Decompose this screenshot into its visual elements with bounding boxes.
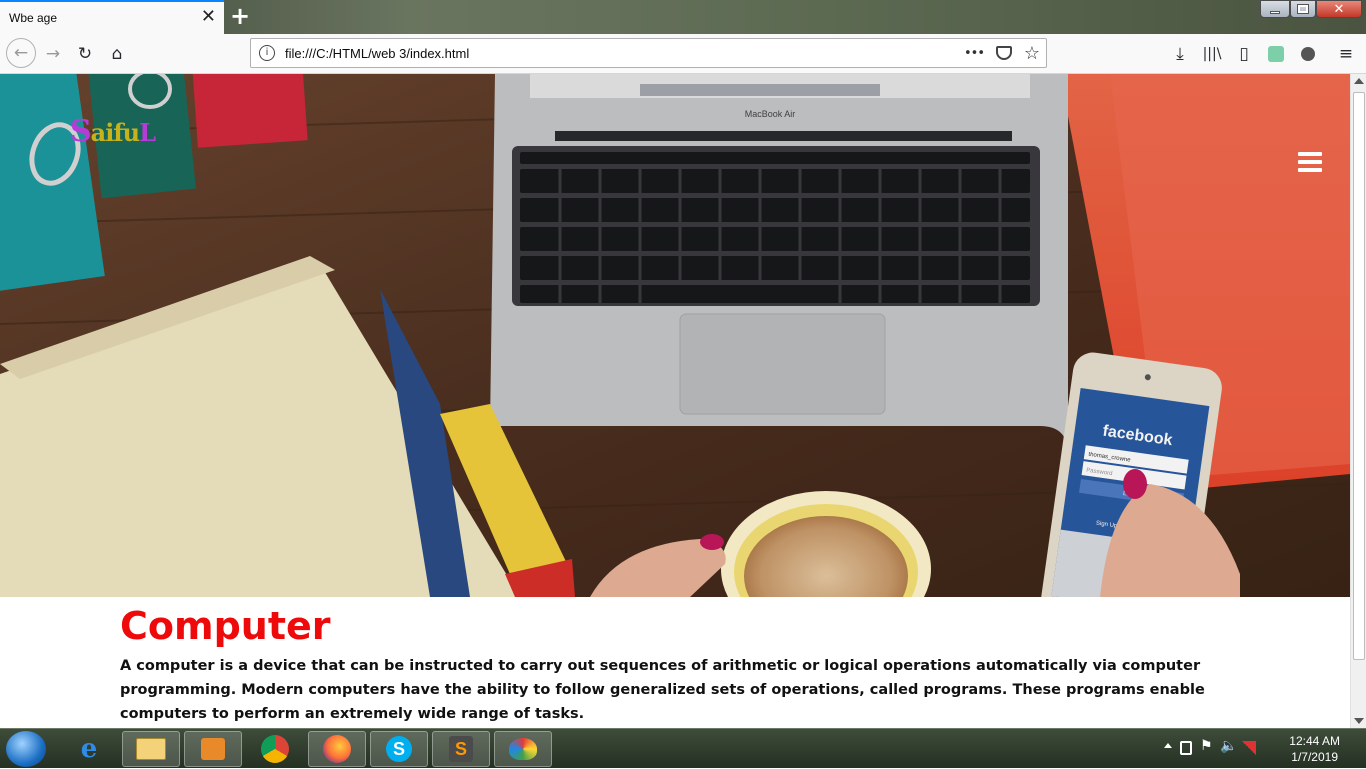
active-tab[interactable]: Wbe age ✕ [0, 0, 224, 34]
scrollbar-thumb[interactable] [1353, 92, 1365, 660]
url-bar[interactable]: i file:///C:/HTML/web 3/index.html ••• ☆ [250, 38, 1047, 68]
downloads-icon[interactable]: ⤓ [1168, 42, 1192, 66]
taskbar-paint-icon[interactable] [494, 731, 552, 767]
tray-flag-icon[interactable]: ⚑ [1200, 738, 1213, 754]
scroll-up-arrow-icon[interactable] [1354, 78, 1364, 84]
tab-title: Wbe age [9, 11, 58, 25]
maximize-button[interactable] [1290, 0, 1316, 18]
windows-taskbar: e S S ⚑ 🔈 12:44 AM 1/7/2019 [0, 728, 1366, 768]
hamburger-bar [1298, 168, 1322, 172]
clock-time: 12:44 AM [1289, 734, 1340, 748]
tray-device-icon[interactable] [1180, 741, 1192, 755]
hamburger-bar [1298, 160, 1322, 164]
system-clock[interactable]: 12:44 AM 1/7/2019 [1289, 733, 1340, 765]
article-body: A computer is a device that can be instr… [120, 658, 1205, 722]
navigation-toolbar: ← → ↻ ⌂ i file:///C:/HTML/web 3/index.ht… [0, 34, 1366, 74]
taskbar-firefox-icon[interactable] [308, 731, 366, 767]
back-button[interactable]: ← [6, 38, 36, 68]
new-tab-button[interactable]: + [230, 3, 250, 29]
url-text[interactable]: file:///C:/HTML/web 3/index.html [285, 46, 469, 61]
taskbar-sublime-text-icon[interactable]: S [432, 731, 490, 767]
library-icon[interactable]: |||\ [1200, 42, 1224, 66]
tray-expand-icon[interactable] [1164, 743, 1172, 748]
reload-button[interactable]: ↻ [73, 42, 97, 66]
taskbar-internet-explorer-icon[interactable]: e [60, 731, 118, 767]
article-section: Computer A computer is a device that can… [120, 604, 1240, 726]
taskbar-chrome-icon[interactable] [246, 731, 304, 767]
taskbar-media-player-icon[interactable] [184, 731, 242, 767]
sidebar-icon[interactable]: ▯ [1232, 42, 1256, 66]
hero-desk-illustration: MacBook Air facebook thomas_crowne Passw… [0, 74, 1350, 597]
browser-tab-bar: Wbe age ✕ + ✕ [0, 0, 1366, 34]
menu-icon[interactable]: ≡ [1334, 42, 1358, 66]
pocket-icon[interactable] [996, 46, 1012, 60]
addon-icon[interactable] [1296, 42, 1320, 66]
tray-volume-icon[interactable]: 🔈 [1220, 738, 1237, 754]
hamburger-menu-icon[interactable] [1298, 152, 1322, 172]
clock-date: 1/7/2019 [1291, 750, 1338, 764]
minimize-button[interactable] [1260, 0, 1290, 18]
page-actions-icon[interactable]: ••• [964, 46, 985, 61]
article-title: Computer [120, 604, 331, 648]
home-button[interactable]: ⌂ [105, 42, 129, 66]
info-icon[interactable]: i [259, 45, 275, 61]
close-window-button[interactable]: ✕ [1316, 0, 1362, 18]
hero-image: MacBook Air facebook thomas_crowne Passw… [0, 74, 1350, 597]
scroll-down-arrow-icon[interactable] [1354, 718, 1364, 724]
logo-final: L [139, 118, 156, 147]
start-button[interactable] [6, 731, 46, 767]
forward-button[interactable]: → [41, 42, 65, 66]
taskbar-file-explorer-icon[interactable] [122, 731, 180, 767]
logo-initial: S [70, 114, 92, 149]
bookmark-star-icon[interactable]: ☆ [1024, 43, 1040, 64]
tray-network-icon[interactable] [1242, 741, 1256, 755]
taskbar-skype-icon[interactable]: S [370, 731, 428, 767]
hamburger-bar [1298, 152, 1322, 156]
vertical-scrollbar[interactable] [1350, 74, 1366, 728]
system-tray: ⚑ 🔈 12:44 AM 1/7/2019 [1156, 729, 1366, 769]
site-logo[interactable]: SaifuL [70, 114, 156, 149]
page-viewport: MacBook Air facebook thomas_crowne Passw… [0, 74, 1350, 728]
tab-close-icon[interactable]: ✕ [201, 8, 216, 26]
extension-icon[interactable] [1264, 42, 1288, 66]
logo-text: aifu [90, 118, 140, 147]
